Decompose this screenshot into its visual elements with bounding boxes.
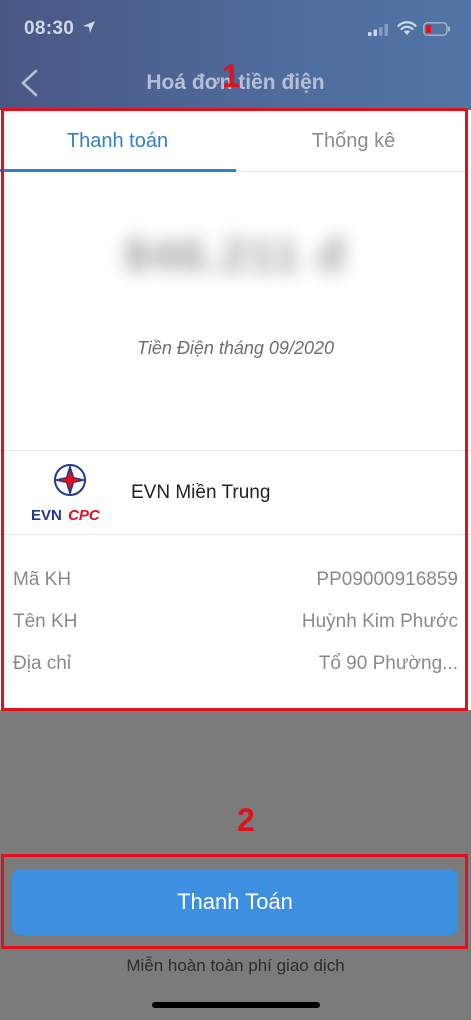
pay-button[interactable]: Thanh Toán	[12, 869, 458, 935]
annotation-number-2: 2	[237, 802, 255, 838]
wifi-icon	[397, 21, 417, 35]
location-arrow-icon	[83, 21, 95, 33]
annotation-box-1	[1, 108, 468, 711]
battery-icon	[423, 22, 450, 36]
cellular-signal-icon	[368, 24, 388, 36]
annotation-number-1: 1	[222, 58, 240, 94]
fee-note: Miễn hoàn toàn phí giao dịch	[126, 956, 345, 975]
status-bar: 08:30	[0, 0, 471, 58]
home-indicator	[152, 1002, 320, 1008]
status-time: 08:30	[24, 18, 75, 39]
